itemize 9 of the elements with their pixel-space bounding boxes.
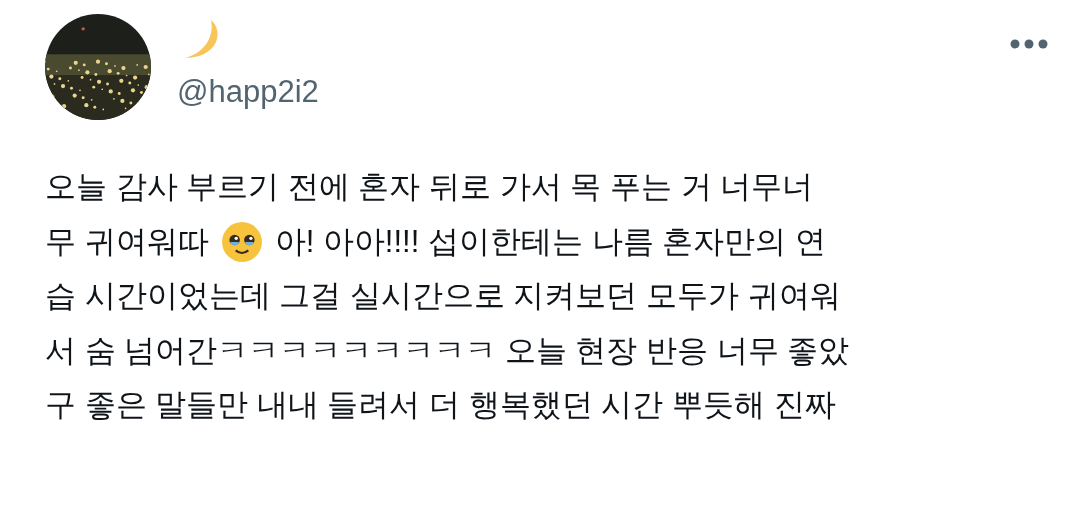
user-handle[interactable]: @happ2i2 [177, 74, 319, 110]
more-options-icon[interactable] [1009, 38, 1049, 50]
post-text: 아! 아아!!!! 섭이한테는 나름 혼자만의 연 [274, 222, 826, 261]
post-text: 오늘 감사 부르기 전에 혼자 뒤로 가서 목 푸는 거 너무너 [45, 168, 814, 207]
teary-smile-emoji-icon [220, 220, 263, 263]
post-text: 무 귀여워따 [45, 222, 209, 261]
post-text: 구 좋은 말들만 내내 들려서 더 행복했던 시간 뿌듯해 진짜 [45, 386, 836, 425]
post-text: 습 시간이었는데 그걸 실시간으로 지켜보던 모두가 귀여워 [45, 277, 841, 316]
post-text: 서 숨 넘어간ㅋㅋㅋㅋㅋㅋㅋㅋㅋ 오늘 현장 반응 너무 좋았 [45, 331, 850, 370]
